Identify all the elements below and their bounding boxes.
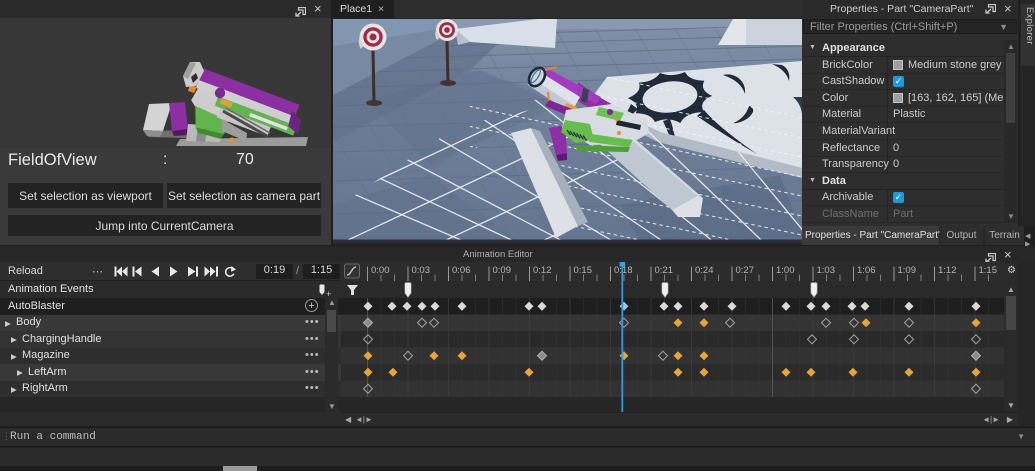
svg-text:0:06: 0:06 <box>452 265 471 276</box>
svg-text:0:12: 0:12 <box>533 265 552 276</box>
svg-text:0:00: 0:00 <box>371 265 390 276</box>
svg-text:0:24: 0:24 <box>695 265 714 276</box>
svg-text:1:00: 1:00 <box>776 265 795 276</box>
svg-text:1:12: 1:12 <box>938 265 957 276</box>
svg-text:1:06: 1:06 <box>857 265 876 276</box>
svg-text:0:15: 0:15 <box>574 265 593 276</box>
svg-text:0:09: 0:09 <box>493 265 512 276</box>
svg-text:0:03: 0:03 <box>412 265 431 276</box>
svg-text:0:21: 0:21 <box>655 265 674 276</box>
svg-text:0:18: 0:18 <box>614 265 633 276</box>
svg-text:1:09: 1:09 <box>898 265 917 276</box>
svg-text:1:15: 1:15 <box>979 265 998 276</box>
svg-text:1:03: 1:03 <box>817 265 836 276</box>
svg-text:0:27: 0:27 <box>736 265 755 276</box>
